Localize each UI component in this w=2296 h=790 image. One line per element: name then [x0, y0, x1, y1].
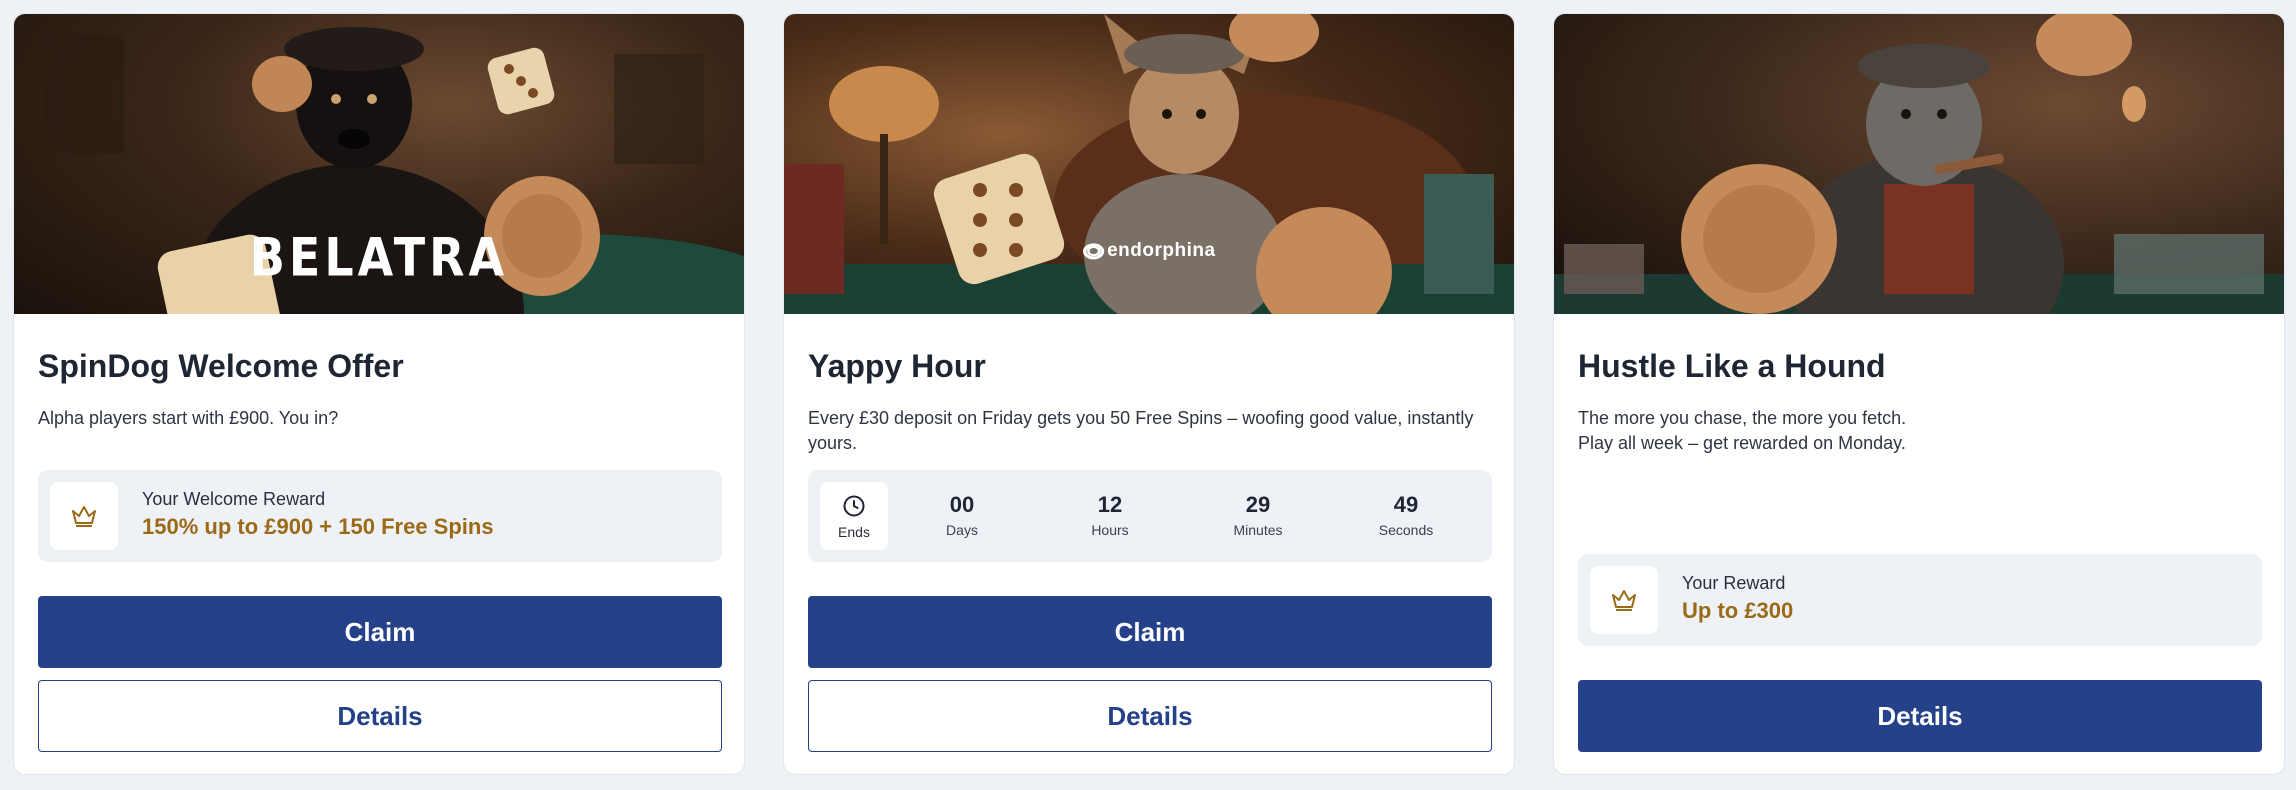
timer-days: 00 Days	[902, 492, 1022, 538]
dog-casino-illustration	[784, 14, 1514, 314]
card-title: Yappy Hour	[808, 348, 986, 384]
claim-button[interactable]: Claim	[808, 596, 1492, 668]
provider-logo-endorphina: ⭖ endorphina	[1082, 236, 1216, 267]
provider-logo-belatra: BELATRA	[249, 225, 509, 289]
days-label: Days	[946, 522, 978, 538]
timer-seconds: 49 Seconds	[1346, 492, 1466, 538]
claim-button[interactable]: Claim	[38, 596, 722, 668]
hours-value: 12	[1097, 492, 1123, 517]
promo-banner-image: ⭖ endorphina	[784, 14, 1514, 314]
card-description: Every £30 deposit on Friday gets you 50 …	[808, 408, 1474, 453]
reward-value: Up to £300	[1682, 598, 1794, 623]
promo-card-welcome-offer: BELATRA SpinDog Welcome Offer Alpha play…	[13, 13, 745, 775]
details-button[interactable]: Details	[1578, 680, 2262, 752]
details-button[interactable]: Details	[808, 680, 1492, 752]
card-description: Alpha players start with £900. You in?	[38, 408, 339, 428]
days-value: 00	[949, 492, 975, 517]
timer-minutes: 29 Minutes	[1198, 492, 1318, 538]
details-button[interactable]: Details	[38, 680, 722, 752]
promo-banner-image: BELATRA	[14, 14, 744, 314]
seconds-value: 49	[1393, 492, 1419, 517]
crown-icon	[1590, 566, 1658, 634]
card-description-line: The more you chase, the more you fetch.	[1578, 408, 1907, 428]
countdown-timer: Ends 00 Days 12 Hours 29 Minutes 49 Seco…	[808, 470, 1492, 562]
promo-banner-image	[1554, 14, 2284, 314]
timer-hours: 12 Hours	[1050, 492, 1170, 538]
ends-label: Ends	[838, 524, 870, 540]
minutes-value: 29	[1245, 492, 1271, 517]
card-title: SpinDog Welcome Offer	[38, 348, 404, 384]
minutes-label: Minutes	[1233, 522, 1283, 538]
card-title: Hustle Like a Hound	[1578, 348, 1886, 384]
card-description: The more you chase, the more you fetch. …	[1578, 406, 2258, 456]
clock-icon	[843, 495, 865, 517]
hours-label: Hours	[1091, 522, 1129, 538]
endorphina-logo-icon: ⭖	[1082, 236, 1106, 267]
reward-label: Your Welcome Reward	[142, 489, 326, 509]
card-description-line: Play all week – get rewarded on Monday.	[1578, 433, 1906, 453]
reward-value: 150% up to £900 + 150 Free Spins	[142, 514, 494, 539]
reward-panel: Your Reward Up to £300	[1578, 554, 2262, 646]
timer-ends-badge: Ends	[820, 482, 888, 550]
promo-card-hustle-like-a-hound: Hustle Like a Hound The more you chase, …	[1553, 13, 2285, 775]
dog-casino-illustration	[1554, 14, 2284, 314]
reward-panel: Your Welcome Reward 150% up to £900 + 15…	[38, 470, 722, 562]
promo-card-yappy-hour: ⭖ endorphina Yappy Hour Every £30 deposit…	[783, 13, 1515, 775]
crown-icon	[50, 482, 118, 550]
reward-label: Your Reward	[1682, 573, 1786, 593]
seconds-label: Seconds	[1378, 522, 1434, 538]
